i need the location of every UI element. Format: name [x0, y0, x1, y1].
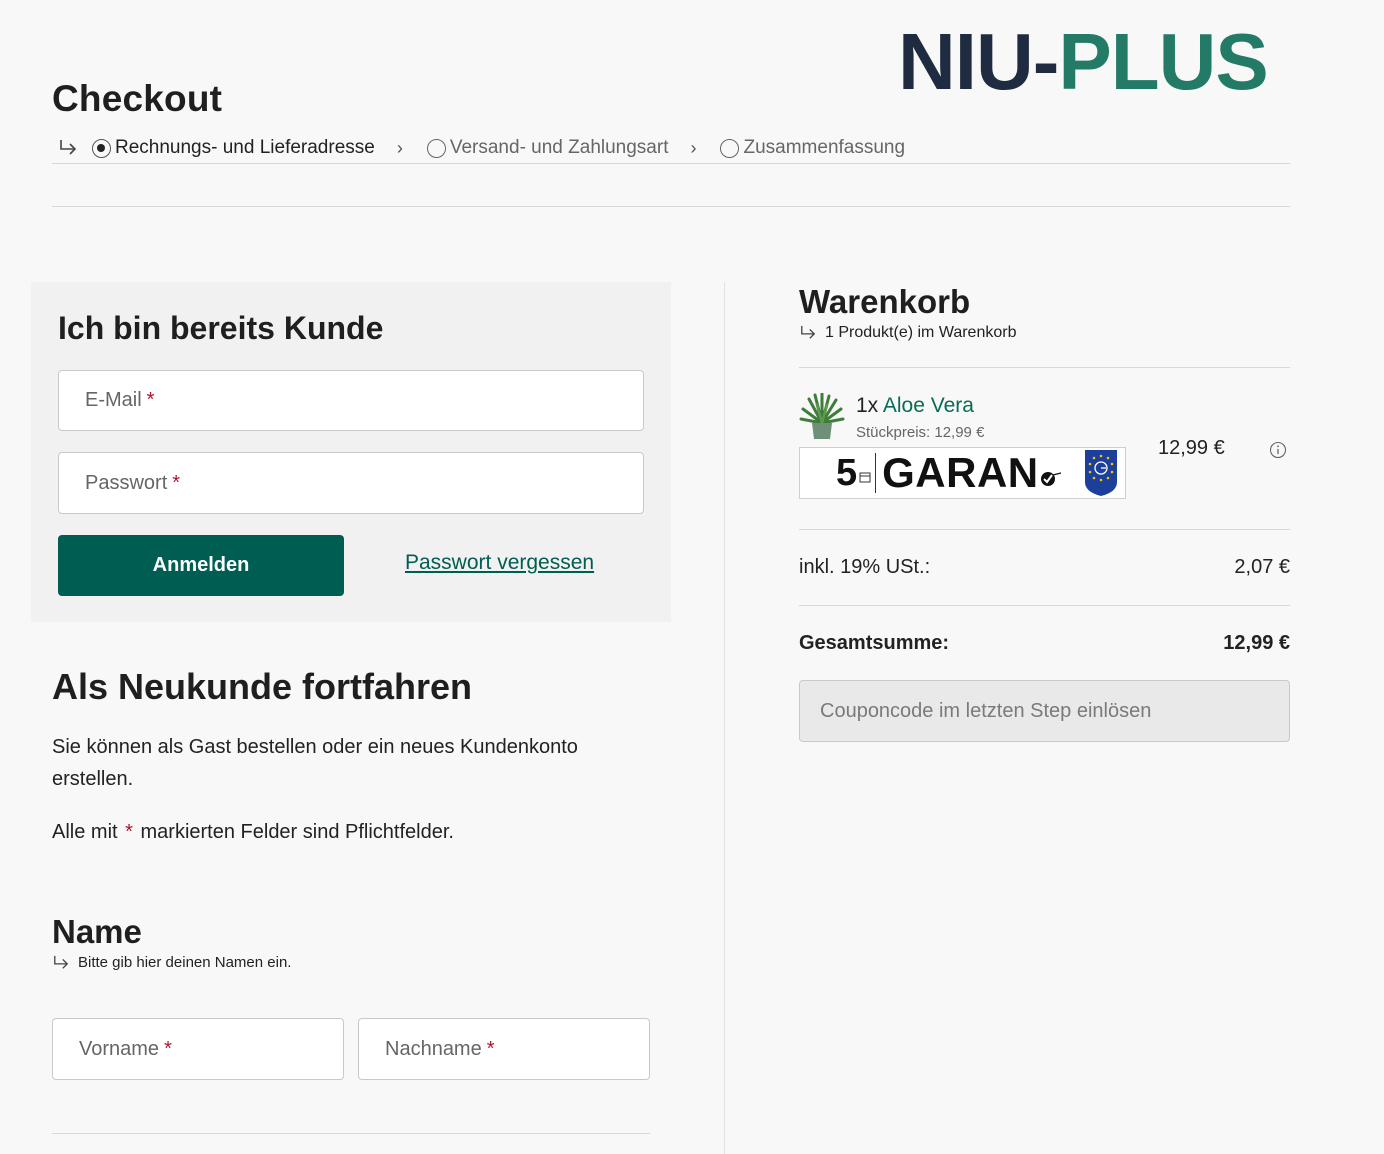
calendar-icon: [859, 472, 871, 483]
info-icon[interactable]: [1269, 441, 1287, 459]
checkout-steps: Rechnungs- und Lieferadresse › Versand- …: [52, 134, 905, 162]
guest-title: Als Neukunde fortfahren: [52, 666, 473, 707]
total-value: 12,99 €: [1223, 632, 1290, 654]
required-marker: *: [125, 821, 133, 843]
tax-value: 2,07 €: [1234, 556, 1290, 578]
name-hint: Bitte gib hier deinen Namen ein.: [52, 954, 291, 971]
forgot-password-link[interactable]: Passwort vergessen: [405, 551, 594, 575]
name-divider: [52, 1133, 650, 1134]
guest-text-line1: Sie können als Gast bestellen oder ein n…: [52, 736, 578, 758]
step-radio-icon: [720, 138, 740, 158]
chevron-right-icon: ›: [396, 137, 403, 158]
aloe-vera-image[interactable]: [799, 393, 845, 441]
step-radio-active-icon: [92, 138, 111, 158]
tax-label: inkl. 19% USt.:: [799, 556, 931, 578]
email-placeholder: E-Mail: [85, 389, 142, 411]
chevron-right-icon: ›: [690, 137, 697, 158]
tax-divider: [799, 605, 1290, 606]
step-summary[interactable]: Zusammenfassung: [720, 137, 905, 159]
step-label: Rechnungs- und Lieferadresse: [115, 137, 375, 158]
name-section-title: Name: [52, 913, 142, 950]
login-title: Ich bin bereits Kunde: [58, 310, 384, 346]
niu-plus-logo[interactable]: NIU-PLUS: [898, 22, 1269, 102]
guarantee-badge: 5 GARAN: [799, 447, 1126, 499]
required-note-prefix: Alle mit: [52, 821, 118, 843]
last-name-placeholder: Nachname: [385, 1037, 482, 1060]
password-placeholder: Passwort: [85, 471, 168, 494]
first-name-field[interactable]: Vorname *: [52, 1018, 344, 1080]
guarantee-word: GARAN: [882, 449, 1039, 496]
login-button[interactable]: Anmelden: [58, 535, 344, 596]
steps-divider: [52, 163, 1290, 164]
return-arrow-icon: [60, 140, 77, 155]
step-label: Zusammenfassung: [743, 137, 906, 158]
product-quantity: 1x: [856, 394, 879, 417]
last-name-field[interactable]: Nachname *: [358, 1018, 650, 1080]
required-marker: *: [486, 1037, 495, 1060]
cart-item-divider: [799, 529, 1290, 530]
guarantee-years: 5: [836, 451, 858, 494]
unit-price: Stückpreis: 12,99 €: [856, 424, 985, 441]
email-field[interactable]: E-Mail *: [58, 370, 644, 431]
cart-title: Warenkorb: [799, 283, 971, 320]
required-marker: *: [146, 389, 155, 411]
cart-divider: [799, 367, 1290, 368]
guest-text-line2: erstellen.: [52, 768, 134, 790]
page-title: Checkout: [52, 78, 223, 119]
cart-count: 1 Produkt(e) im Warenkorb: [799, 324, 1016, 342]
return-arrow-icon: [801, 325, 816, 339]
step-radio-icon: [426, 138, 446, 158]
required-marker: *: [172, 471, 181, 494]
required-marker: *: [164, 1037, 172, 1060]
return-arrow-icon: [54, 955, 69, 969]
cart-count-text: 1 Produkt(e) im Warenkorb: [825, 324, 1017, 341]
logo-part-plus: PLUS: [1058, 17, 1268, 106]
eu-shield-icon: [1085, 450, 1117, 496]
first-name-placeholder: Vorname: [79, 1037, 160, 1060]
password-field[interactable]: Passwort *: [58, 452, 644, 514]
step-label: Versand- und Zahlungsart: [449, 137, 669, 158]
step-address[interactable]: Rechnungs- und Lieferadresse: [92, 137, 375, 159]
product-line: 1x Aloe Vera: [856, 394, 974, 418]
item-price: 12,99 €: [1158, 437, 1225, 459]
column-divider: [724, 282, 725, 1154]
coupon-placeholder: Couponcode im letzten Step einlösen: [820, 699, 1152, 722]
coupon-field[interactable]: Couponcode im letzten Step einlösen: [799, 680, 1290, 742]
total-label: Gesamtsumme:: [799, 632, 950, 654]
logo-part-niu: NIU-: [898, 17, 1059, 106]
product-name-link[interactable]: Aloe Vera: [883, 394, 974, 417]
name-hint-text: Bitte gib hier deinen Namen ein.: [78, 954, 292, 971]
step-shipping-payment[interactable]: Versand- und Zahlungsart: [426, 137, 669, 159]
guarantee-separator: [875, 453, 877, 493]
header-divider: [52, 206, 1290, 207]
required-note-suffix: markierten Felder sind Pflichtfelder.: [140, 821, 454, 843]
required-note: Alle mit * markierten Felder sind Pflich…: [52, 816, 454, 848]
checkmark-icon: [1040, 472, 1061, 486]
